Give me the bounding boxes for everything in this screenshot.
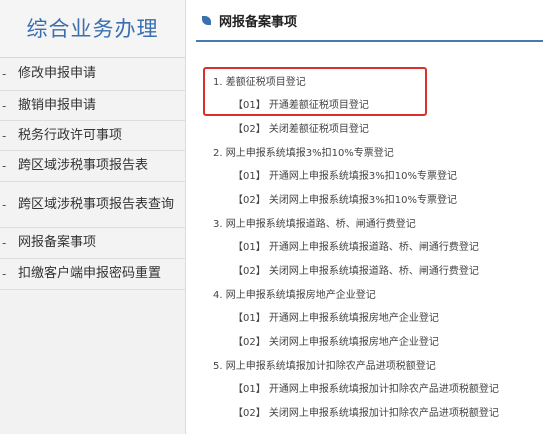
- sidebar-item-password-reset[interactable]: - 扣缴客户端申报密码重置: [0, 259, 185, 290]
- sidebar-item-label: 扣缴客户端申报密码重置: [18, 266, 162, 281]
- sidebar-title: 综合业务办理: [0, 0, 185, 58]
- bullet-dash-icon: -: [2, 267, 7, 281]
- link-disable-3pct-invoice[interactable]: 【02】 关闭网上申报系统填报3%扣10%专票登记: [233, 191, 457, 206]
- sidebar-item-admin-permit[interactable]: - 税务行政许可事项: [0, 121, 185, 151]
- sidebar-item-label: 修改申报申请: [18, 66, 97, 81]
- bullet-dash-icon: -: [2, 98, 7, 113]
- bullet-dash-icon: -: [2, 197, 7, 212]
- link-enable-difference-tax[interactable]: 【01】 开通差额征税项目登记: [233, 96, 369, 111]
- sidebar-item-cross-region-query[interactable]: - 跨区域涉税事项报告表查询: [0, 182, 185, 228]
- sidebar-item-cross-region-report[interactable]: - 跨区域涉税事项报告表: [0, 151, 185, 182]
- sidebar-item-label: 跨区域涉税事项报告表查询: [18, 196, 175, 212]
- main-header: 网报备案事项: [196, 0, 543, 42]
- section-heading-2[interactable]: 2. 网上申报系统填报3%扣10%专票登记: [213, 144, 394, 159]
- sidebar-list: - 修改申报申请 - 撤销申报申请 - 税务行政许可事项 - 跨区域涉税事项报告…: [0, 58, 185, 290]
- bullet-dash-icon: -: [2, 159, 7, 173]
- sidebar-item-label: 撤销申报申请: [18, 97, 97, 113]
- page-title: 网报备案事项: [219, 14, 298, 30]
- bullet-dash-icon: -: [2, 67, 7, 81]
- sidebar-item-cancel-declaration[interactable]: - 撤销申报申请: [0, 91, 185, 121]
- section-heading-3[interactable]: 3. 网上申报系统填报道路、桥、闸通行费登记: [213, 215, 416, 230]
- sidebar-item-online-filing[interactable]: - 网报备案事项: [0, 228, 185, 259]
- link-enable-agri-deduction[interactable]: 【01】 开通网上申报系统填报加计扣除农产品进项税额登记: [233, 380, 499, 395]
- link-disable-agri-deduction[interactable]: 【02】 关闭网上申报系统填报加计扣除农产品进项税额登记: [233, 404, 499, 419]
- bullet-dash-icon: -: [2, 236, 7, 250]
- sidebar-item-label: 税务行政许可事项: [18, 127, 123, 143]
- leaf-icon: [202, 15, 211, 25]
- section-heading-1[interactable]: 1. 差额征税项目登记: [213, 73, 306, 88]
- bullet-dash-icon: -: [2, 128, 7, 143]
- sidebar-item-modify-declaration[interactable]: - 修改申报申请: [0, 58, 185, 91]
- sidebar-item-label: 网报备案事项: [18, 235, 97, 250]
- section-heading-5[interactable]: 5. 网上申报系统填报加计扣除农产品进项税额登记: [213, 357, 436, 372]
- section-heading-4[interactable]: 4. 网上申报系统填报房地产企业登记: [213, 286, 376, 301]
- link-enable-real-estate[interactable]: 【01】 开通网上申报系统填报房地产企业登记: [233, 309, 439, 324]
- link-disable-toll-fee[interactable]: 【02】 关闭网上申报系统填报道路、桥、闸通行费登记: [233, 262, 479, 277]
- link-enable-3pct-invoice[interactable]: 【01】 开通网上申报系统填报3%扣10%专票登记: [233, 167, 457, 182]
- sidebar: 综合业务办理 - 修改申报申请 - 撤销申报申请 - 税务行政许可事项 - 跨区…: [0, 0, 186, 434]
- link-disable-difference-tax[interactable]: 【02】 关闭差额征税项目登记: [233, 120, 369, 135]
- sidebar-item-label: 跨区域涉税事项报告表: [18, 158, 149, 173]
- link-disable-real-estate[interactable]: 【02】 关闭网上申报系统填报房地产企业登记: [233, 333, 439, 348]
- link-enable-toll-fee[interactable]: 【01】 开通网上申报系统填报道路、桥、闸通行费登记: [233, 238, 479, 253]
